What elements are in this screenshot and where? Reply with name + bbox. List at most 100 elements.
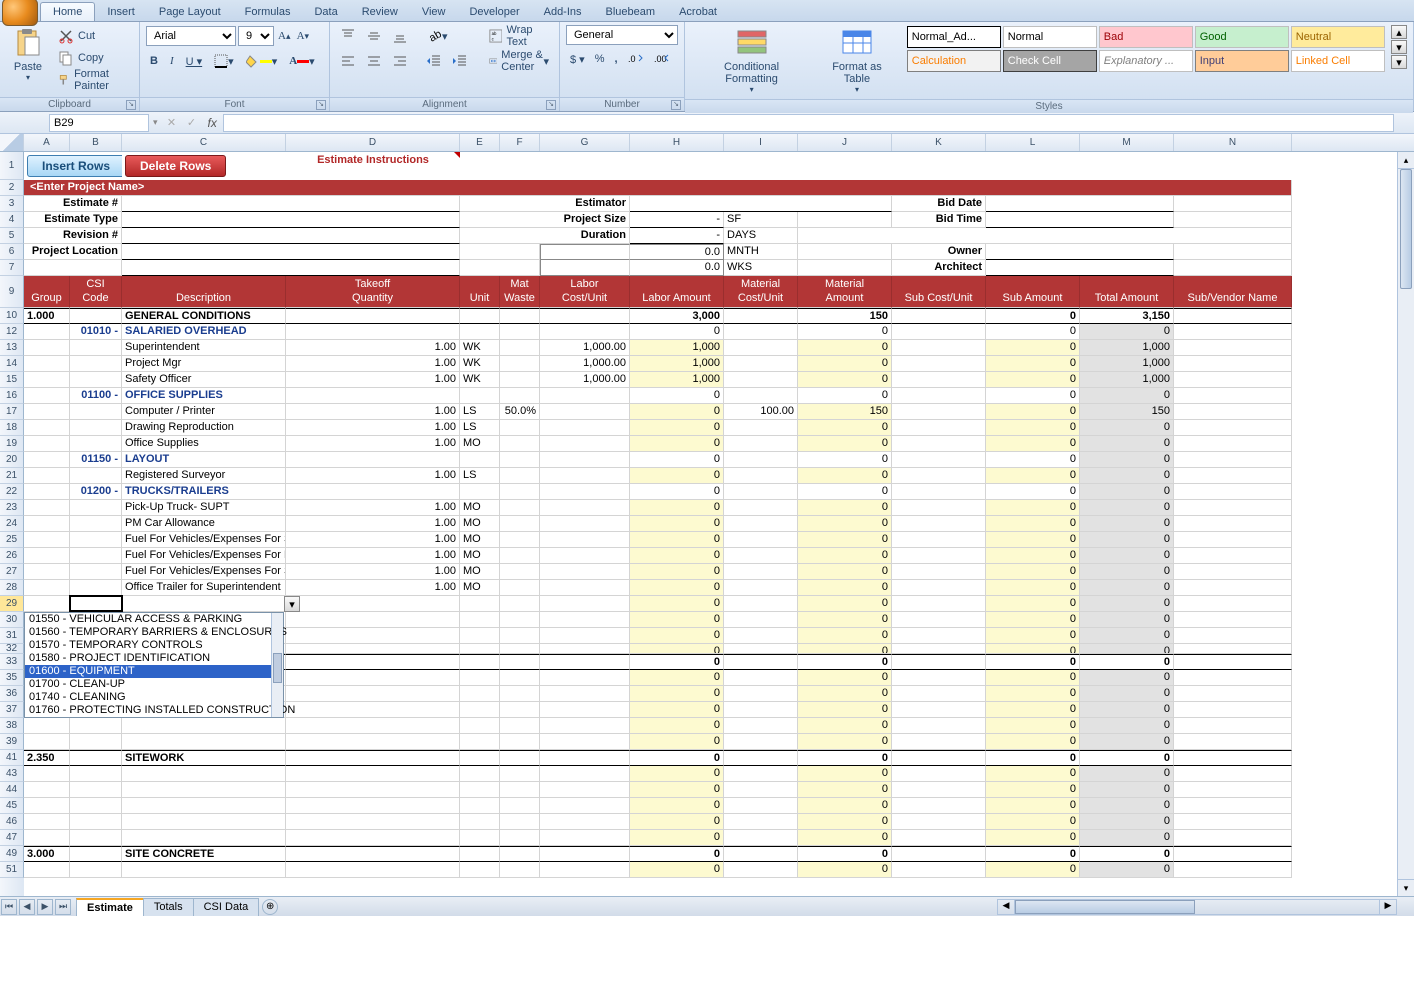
row-header-16[interactable]: 16 <box>0 388 24 404</box>
align-left-button[interactable] <box>336 50 360 72</box>
col-header-E[interactable]: E <box>460 134 500 151</box>
row-header-17[interactable]: 17 <box>0 404 24 420</box>
sheet-tab-estimate[interactable]: Estimate <box>76 898 144 916</box>
ribbon-tab-developer[interactable]: Developer <box>457 3 531 21</box>
cell-style-checkcell[interactable]: Check Cell <box>1003 50 1097 72</box>
number-dialog-launcher[interactable]: ↘ <box>671 100 681 110</box>
cell-style-linkedcell[interactable]: Linked Cell <box>1291 50 1385 72</box>
col-header-M[interactable]: M <box>1080 134 1174 151</box>
formula-bar[interactable] <box>223 114 1394 132</box>
row-header-18[interactable]: 18 <box>0 420 24 436</box>
row-header-14[interactable]: 14 <box>0 356 24 372</box>
row-header-5[interactable]: 5 <box>0 228 24 244</box>
decrease-indent-button[interactable] <box>422 50 446 72</box>
orientation-button[interactable]: ab▾ <box>422 25 452 47</box>
col-header-A[interactable]: A <box>24 134 70 151</box>
font-size-select[interactable]: 9 <box>238 26 274 46</box>
cell-style-normal[interactable]: Normal <box>1003 26 1097 48</box>
row-header-29[interactable]: 29 <box>0 596 24 612</box>
wrap-text-button[interactable]: abcWrap Text <box>485 25 553 47</box>
estimate-instructions-link[interactable]: Estimate Instructions <box>286 152 460 180</box>
new-sheet-button[interactable]: ⊕ <box>262 899 278 915</box>
fill-color-button[interactable]: ▾ <box>242 50 282 72</box>
row-header-7[interactable]: 7 <box>0 260 24 276</box>
row-header-33[interactable]: 33 <box>0 654 24 670</box>
sheet-nav-last[interactable]: ⏭ <box>55 899 71 915</box>
row-header-39[interactable]: 39 <box>0 734 24 750</box>
sheet-nav-next[interactable]: ▶ <box>37 899 53 915</box>
border-button[interactable]: ▾ <box>210 50 238 72</box>
ribbon-tab-bluebeam[interactable]: Bluebeam <box>594 3 668 21</box>
align-middle-button[interactable] <box>362 25 386 47</box>
ribbon-tab-page-layout[interactable]: Page Layout <box>147 3 233 21</box>
csi-dropdown-list[interactable]: 01550 - VEHICULAR ACCESS & PARKING01560 … <box>24 612 284 718</box>
decrease-decimal-button[interactable]: .00 <box>650 48 674 70</box>
row-header-23[interactable]: 23 <box>0 500 24 516</box>
copy-button[interactable]: Copy <box>54 47 133 69</box>
col-header-H[interactable]: H <box>630 134 724 151</box>
cut-button[interactable]: Cut <box>54 25 133 47</box>
merge-center-button[interactable]: Merge & Center ▾ <box>485 50 553 72</box>
sheet-tab-csi-data[interactable]: CSI Data <box>193 898 260 916</box>
align-center-button[interactable] <box>362 50 386 72</box>
font-dialog-launcher[interactable]: ↘ <box>316 100 326 110</box>
ribbon-tab-insert[interactable]: Insert <box>95 3 147 21</box>
row-header-31[interactable]: 31 <box>0 628 24 644</box>
alignment-dialog-launcher[interactable]: ↘ <box>546 100 556 110</box>
row-header-28[interactable]: 28 <box>0 580 24 596</box>
project-title[interactable]: <Enter Project Name> <box>24 180 1292 196</box>
styles-more-button[interactable]: ▾ <box>1391 55 1407 69</box>
row-header-47[interactable]: 47 <box>0 830 24 846</box>
cell-style-bad[interactable]: Bad <box>1099 26 1193 48</box>
col-header-N[interactable]: N <box>1174 134 1292 151</box>
fx-icon[interactable]: fx <box>208 116 217 130</box>
col-header-C[interactable]: C <box>122 134 286 151</box>
ribbon-tab-add-ins[interactable]: Add-Ins <box>532 3 594 21</box>
row-header-37[interactable]: 37 <box>0 702 24 718</box>
accounting-format-button[interactable]: $ ▾ <box>566 48 589 70</box>
row-header-35[interactable]: 35 <box>0 670 24 686</box>
cell-style-calculation[interactable]: Calculation <box>907 50 1001 72</box>
paste-button[interactable]: Paste▾ <box>6 25 50 84</box>
row-header-30[interactable]: 30 <box>0 612 24 628</box>
italic-button[interactable]: I <box>166 50 178 72</box>
col-header-L[interactable]: L <box>986 134 1080 151</box>
spreadsheet-grid[interactable]: Insert RowsDelete RowsEstimate Instructi… <box>24 152 1414 896</box>
comma-format-button[interactable]: , <box>610 48 621 70</box>
cell-style-normalad[interactable]: Normal_Ad... <box>907 26 1001 48</box>
row-header-15[interactable]: 15 <box>0 372 24 388</box>
col-header-K[interactable]: K <box>892 134 986 151</box>
horizontal-scrollbar[interactable]: ◀ ▶ <box>997 899 1397 915</box>
row-header-45[interactable]: 45 <box>0 798 24 814</box>
col-header-G[interactable]: G <box>540 134 630 151</box>
row-header-41[interactable]: 41 <box>0 750 24 766</box>
ribbon-tab-review[interactable]: Review <box>350 3 410 21</box>
format-as-table-button[interactable]: Format as Table▾ <box>812 25 902 96</box>
bold-button[interactable]: B <box>146 50 162 72</box>
cell-style-explanatory[interactable]: Explanatory ... <box>1099 50 1193 72</box>
csi-dropdown-handle[interactable]: ▾ <box>284 596 300 612</box>
col-header-F[interactable]: F <box>500 134 540 151</box>
row-header-21[interactable]: 21 <box>0 468 24 484</box>
dropdown-item-7[interactable]: 01760 - PROTECTING INSTALLED CONSTRUCTIO… <box>25 704 283 717</box>
sheet-nav-first[interactable]: ⏮ <box>1 899 17 915</box>
row-header-32[interactable]: 32 <box>0 644 24 654</box>
row-header-38[interactable]: 38 <box>0 718 24 734</box>
row-header-10[interactable]: 10 <box>0 308 24 324</box>
row-header-24[interactable]: 24 <box>0 516 24 532</box>
dropdown-item-0[interactable]: 01550 - VEHICULAR ACCESS & PARKING <box>25 613 283 626</box>
row-header-22[interactable]: 22 <box>0 484 24 500</box>
col-header-I[interactable]: I <box>724 134 798 151</box>
row-header-9[interactable]: 9 <box>0 276 24 308</box>
align-top-button[interactable] <box>336 25 360 47</box>
row-header-36[interactable]: 36 <box>0 686 24 702</box>
row-header-25[interactable]: 25 <box>0 532 24 548</box>
format-painter-button[interactable]: Format Painter <box>54 69 133 91</box>
row-header-20[interactable]: 20 <box>0 452 24 468</box>
shrink-font-button[interactable]: A▾ <box>295 25 312 47</box>
row-header-2[interactable]: 2 <box>0 180 24 196</box>
row-header-51[interactable]: 51 <box>0 862 24 878</box>
col-header-select-all[interactable] <box>0 134 24 151</box>
ribbon-tab-formulas[interactable]: Formulas <box>233 3 303 21</box>
sheet-tab-totals[interactable]: Totals <box>143 898 194 916</box>
